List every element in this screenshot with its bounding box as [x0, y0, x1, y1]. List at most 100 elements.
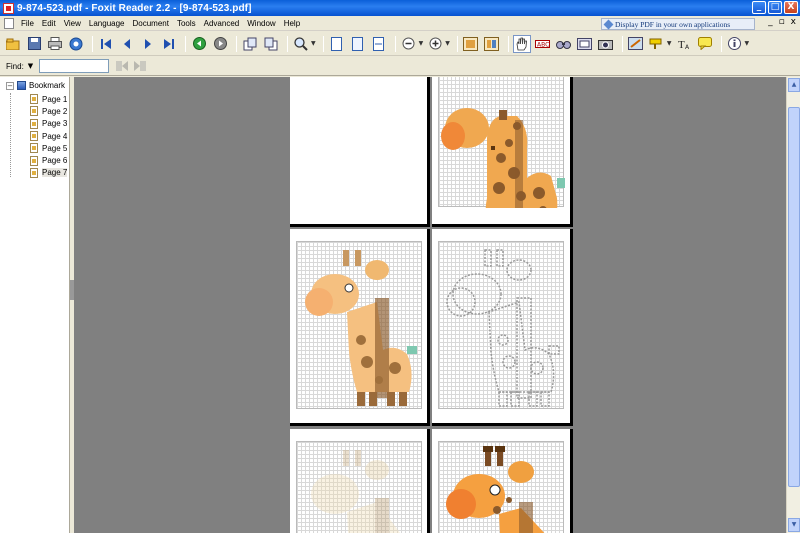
giraffe-pattern-image — [446, 446, 545, 533]
continuous-icon[interactable] — [483, 35, 501, 53]
menu-window[interactable]: Window — [243, 19, 279, 28]
giraffe-pattern-image — [311, 450, 401, 533]
note-icon[interactable] — [696, 35, 714, 53]
doc-minimize-button[interactable]: _ — [768, 17, 773, 27]
document-icon[interactable] — [4, 17, 14, 29]
rotate-right-icon[interactable] — [262, 35, 280, 53]
find-input[interactable] — [39, 59, 110, 73]
toolbar-separator — [92, 35, 93, 52]
menu-edit[interactable]: Edit — [38, 19, 60, 28]
scroll-thumb[interactable] — [788, 107, 800, 487]
info-icon[interactable] — [726, 35, 744, 53]
promo-banner[interactable]: Display PDF in your own applications — [601, 18, 755, 30]
hand-icon[interactable] — [512, 34, 531, 53]
minimize-button[interactable]: _ — [752, 1, 766, 14]
bookmark-item[interactable]: Page 5 — [30, 142, 67, 154]
menu-tools[interactable]: Tools — [173, 19, 200, 28]
single-page-icon[interactable] — [462, 35, 480, 53]
pdf-page[interactable] — [290, 77, 430, 227]
menu-language[interactable]: Language — [85, 19, 129, 28]
doc-restore-button[interactable]: ▫ — [779, 17, 785, 27]
actual-size-icon[interactable] — [328, 35, 346, 53]
menu-advanced[interactable]: Advanced — [200, 19, 244, 28]
document-view[interactable] — [74, 77, 786, 533]
toolbar-separator — [394, 35, 396, 52]
forward-icon[interactable] — [211, 35, 229, 53]
highlight-dropdown-arrow[interactable]: ▼ — [667, 40, 672, 47]
rotate-left-icon[interactable] — [241, 35, 259, 53]
bookmark-root-label: Bookmark — [29, 81, 66, 90]
collapse-toggle[interactable]: − — [6, 81, 14, 90]
print-icon[interactable] — [46, 35, 64, 53]
bookmark-item[interactable]: Page 4 — [30, 130, 67, 142]
back-icon[interactable] — [190, 35, 208, 53]
bookmark-list: Page 1 Page 2 Page 3 Page 4 Page 5 Page … — [30, 93, 68, 179]
menu-bar: File Edit View Language Document Tools A… — [0, 16, 800, 31]
bookmark-item-selected[interactable]: Page 7 — [30, 167, 68, 179]
find-icon[interactable] — [555, 35, 573, 53]
zoom-out-icon[interactable] — [400, 35, 418, 53]
page-icon — [30, 94, 38, 105]
toolbar-separator — [507, 35, 509, 52]
bookmark-item[interactable]: Page 6 — [30, 154, 67, 166]
cross-stitch-grid — [438, 77, 565, 208]
scroll-down-arrow[interactable]: ▼ — [788, 518, 800, 532]
cross-stitch-grid — [438, 441, 564, 533]
title-bar: 9-874-523.pdf - Foxit Reader 2.2 - [9-87… — [0, 0, 800, 16]
pdf-page[interactable] — [290, 229, 430, 426]
zoom-in-dropdown-arrow[interactable]: ▼ — [445, 40, 450, 47]
first-page-icon[interactable] — [97, 35, 115, 53]
toolbar-separator — [236, 35, 237, 52]
typewriter-icon[interactable]: TA — [675, 35, 693, 53]
pdf-page[interactable] — [432, 77, 573, 227]
last-page-icon[interactable] — [160, 35, 178, 53]
pdf-page[interactable] — [432, 429, 573, 533]
scroll-up-arrow[interactable]: ▲ — [788, 78, 800, 92]
save-icon[interactable] — [25, 35, 43, 53]
fit-width-icon[interactable] — [370, 35, 388, 53]
menu-view[interactable]: View — [60, 19, 85, 28]
zoom-dropdown-arrow[interactable]: ▼ — [311, 40, 316, 47]
snapshot-icon[interactable] — [576, 35, 594, 53]
zoom-in-icon[interactable] — [426, 35, 444, 53]
vertical-scrollbar[interactable]: ▲ ▼ — [786, 77, 800, 533]
bookmark-root[interactable]: − Bookmark — [6, 81, 65, 90]
svg-text:A: A — [685, 44, 690, 50]
prev-page-icon[interactable] — [118, 35, 136, 53]
giraffe-pattern-image — [446, 249, 560, 407]
page-icon — [30, 118, 38, 129]
toolbar-separator — [720, 35, 722, 52]
open-icon[interactable] — [4, 35, 22, 53]
next-page-icon[interactable] — [139, 35, 157, 53]
annotation-icon[interactable] — [627, 35, 645, 53]
foxit-app-icon[interactable] — [3, 2, 14, 14]
doc-close-button[interactable]: x — [791, 17, 796, 27]
find-options-dropdown[interactable]: ▼ — [28, 62, 33, 70]
zoom-out-dropdown-arrow[interactable]: ▼ — [419, 40, 424, 47]
highlight-icon[interactable] — [648, 35, 666, 53]
maximize-button[interactable]: □ — [768, 1, 782, 14]
find-label: Find: — [6, 61, 24, 71]
menu-file[interactable]: File — [17, 19, 38, 28]
menu-document[interactable]: Document — [128, 19, 172, 28]
find-previous-icon[interactable] — [115, 59, 129, 73]
close-button[interactable]: X — [784, 1, 798, 14]
find-next-icon[interactable] — [133, 59, 147, 73]
camera-icon[interactable] — [597, 35, 615, 53]
fit-page-icon[interactable] — [349, 35, 367, 53]
info-dropdown-arrow[interactable]: ▼ — [745, 40, 750, 47]
pdf-page[interactable] — [432, 229, 573, 426]
bookmark-item[interactable]: Page 2 — [30, 105, 67, 117]
zoom-icon[interactable] — [292, 35, 310, 53]
pdf-page[interactable] — [290, 429, 430, 533]
giraffe-pattern-image — [305, 250, 417, 406]
email-icon[interactable] — [67, 35, 85, 53]
bookmark-icon — [17, 81, 26, 90]
bookmark-item[interactable]: Page 3 — [30, 118, 67, 130]
bookmark-item[interactable]: Page 1 — [30, 93, 67, 105]
page-icon — [30, 143, 38, 154]
menu-help[interactable]: Help — [280, 19, 304, 28]
select-text-icon[interactable]: ABC — [534, 35, 552, 53]
cross-stitch-grid — [296, 441, 422, 533]
document-window-controls: _ ▫ x — [768, 17, 796, 27]
